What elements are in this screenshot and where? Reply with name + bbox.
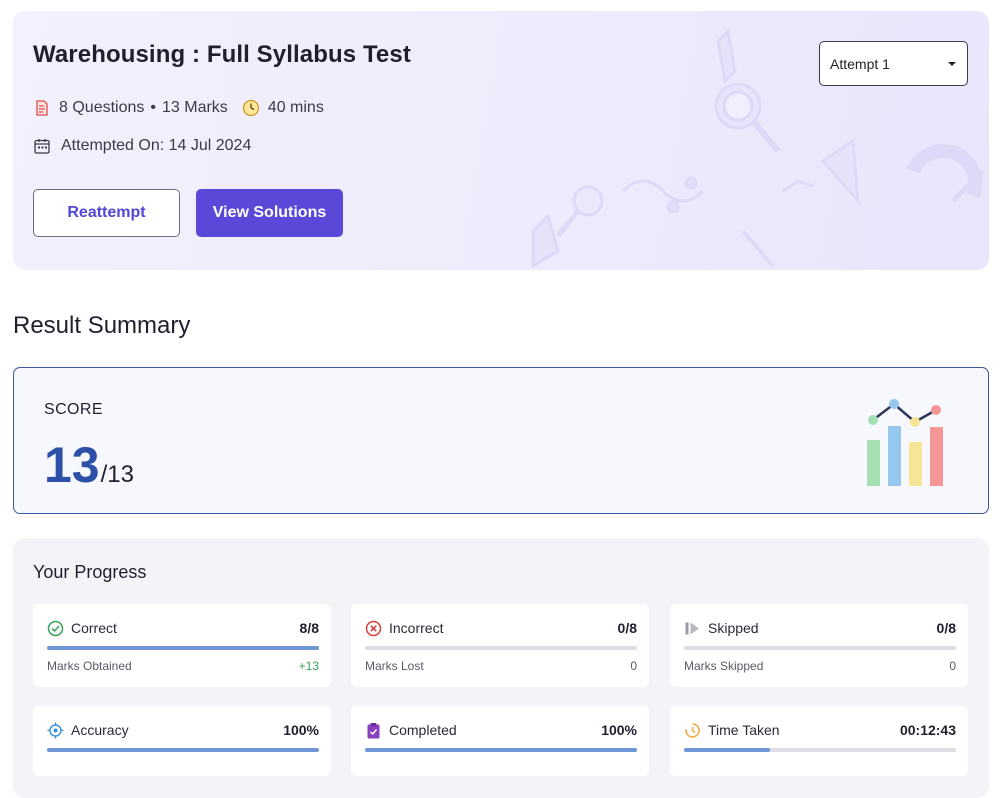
x-circle-icon (365, 620, 382, 637)
stat-label: Incorrect (389, 620, 444, 636)
score-card: SCORE 13 /13 (13, 367, 989, 514)
progress-panel: Your Progress Correct 8/8 Marks Obtained… (13, 538, 989, 798)
attempt-date: Attempted On: 14 Jul 2024 (33, 135, 251, 157)
progress-track (365, 646, 637, 650)
stat-sub-value: +13 (298, 659, 319, 673)
score-value: 13 /13 (44, 440, 134, 490)
attempt-select-value: Attempt 1 (830, 55, 890, 72)
score-label: SCORE (44, 401, 103, 418)
stat-label: Skipped (708, 620, 759, 636)
clock-icon (242, 99, 260, 117)
target-icon (47, 722, 64, 739)
stat-sub-value: 0 (949, 659, 956, 673)
stat-value: 100% (601, 722, 637, 738)
stat-card-accuracy: Accuracy 100% (33, 706, 331, 776)
progress-fill (47, 646, 319, 650)
stat-sub-label: Marks Lost (365, 659, 424, 673)
stat-label: Time Taken (708, 722, 780, 738)
stat-value: 100% (283, 722, 319, 738)
stat-card-incorrect: Incorrect 0/8 Marks Lost 0 (351, 604, 649, 687)
stat-card-time-taken: Time Taken 00:12:43 (670, 706, 968, 776)
stopwatch-icon (684, 722, 701, 739)
questions-doc-icon (33, 99, 51, 117)
score-chart-icon (867, 399, 943, 486)
progress-track (365, 748, 637, 752)
stat-value: 8/8 (299, 620, 319, 636)
progress-track (47, 646, 319, 650)
stat-value: 0/8 (936, 620, 956, 636)
progress-fill (47, 748, 319, 752)
stat-label: Accuracy (71, 722, 129, 738)
stat-sub-label: Marks Obtained (47, 659, 132, 673)
skip-icon (684, 620, 701, 637)
progress-track (47, 748, 319, 752)
stat-sub-label: Marks Skipped (684, 659, 764, 673)
stat-value: 0/8 (617, 620, 637, 636)
score-total: /13 (100, 461, 134, 488)
marks-count: 13 Marks (162, 99, 228, 116)
stat-card-skipped: Skipped 0/8 Marks Skipped 0 (670, 604, 968, 687)
chevron-down-icon (948, 62, 956, 66)
progress-fill (365, 748, 637, 752)
attempted-on-text: Attempted On: 14 Jul 2024 (61, 137, 252, 154)
test-meta: 8 Questions • 13 Marks 40 mins (33, 97, 324, 119)
check-circle-icon (47, 620, 64, 637)
stat-sub-value: 0 (630, 659, 637, 673)
clipboard-icon (365, 722, 382, 739)
stat-value: 00:12:43 (899, 722, 956, 738)
calendar-icon (33, 137, 51, 155)
test-header-card: Warehousing : Full Syllabus Test 8 Quest… (13, 11, 989, 270)
reattempt-button[interactable]: Reattempt (33, 189, 180, 237)
stat-label: Correct (71, 620, 117, 636)
attempt-select[interactable]: Attempt 1 (819, 41, 968, 86)
stat-card-completed: Completed 100% (351, 706, 649, 776)
meta-separator: • (150, 99, 156, 116)
stat-card-correct: Correct 8/8 Marks Obtained +13 (33, 604, 331, 687)
view-solutions-button[interactable]: View Solutions (196, 189, 343, 237)
questions-count: 8 Questions (59, 99, 145, 116)
progress-title: Your Progress (33, 562, 147, 582)
score-obtained: 13 (44, 437, 100, 493)
progress-track (684, 748, 956, 752)
stat-label: Completed (389, 722, 457, 738)
progress-track (684, 646, 956, 650)
test-title: Warehousing : Full Syllabus Test (33, 41, 411, 68)
progress-fill (684, 748, 771, 752)
test-duration: 40 mins (267, 99, 324, 116)
result-summary-title: Result Summary (13, 312, 191, 339)
